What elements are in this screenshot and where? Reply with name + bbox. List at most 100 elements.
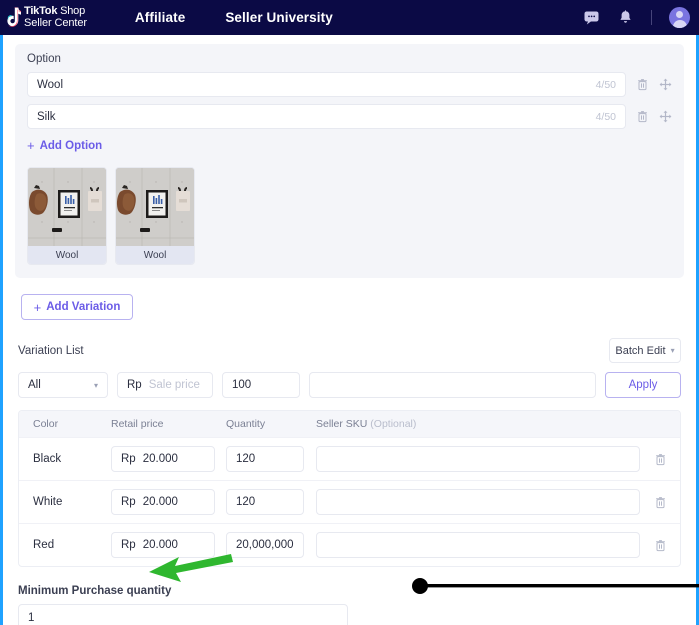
top-bar-actions	[583, 7, 699, 28]
plus-icon: +	[27, 138, 35, 153]
option-input-wool[interactable]: Wool 4/50	[27, 72, 626, 97]
cell-seller-sku	[316, 446, 640, 472]
cell-seller-sku	[316, 532, 640, 558]
brand-text: TikTok Shop Seller Center	[24, 4, 87, 29]
variation-thumbnail-caption: Wool	[116, 246, 194, 264]
option-card: Option Wool 4/50 Silk 4/50 + Add Option …	[15, 44, 684, 278]
variation-list-title: Variation List	[18, 344, 84, 357]
user-avatar[interactable]	[669, 7, 690, 28]
quantity-input[interactable]: 20,000,000	[226, 532, 304, 558]
avatar-body	[672, 20, 687, 28]
batch-edit-label: Batch Edit	[615, 344, 666, 357]
option-row: Silk 4/50	[27, 104, 672, 129]
top-nav-links: Affiliate Seller University	[135, 10, 333, 25]
retail-price-input[interactable]: Rp 20.000	[111, 446, 215, 472]
add-variation-button[interactable]: + Add Variation	[21, 294, 133, 320]
delete-row-icon[interactable]	[654, 496, 667, 509]
tiktok-note-icon	[4, 6, 21, 29]
brand-line-2: Seller Center	[24, 16, 87, 29]
quantity-input[interactable]: 120	[226, 446, 304, 472]
cell-quantity: 120	[226, 489, 316, 515]
option-value: Silk	[37, 110, 56, 123]
retail-price-value: 20.000	[142, 539, 178, 551]
plus-icon: +	[33, 299, 42, 315]
cell-retail-price: Rp 20.000	[111, 489, 226, 515]
table-row: Black Rp 20.000 120	[19, 437, 680, 480]
cell-actions	[640, 539, 680, 552]
currency-prefix: Rp	[127, 379, 142, 391]
cell-quantity: 20,000,000	[226, 532, 316, 558]
batch-sale-price-input[interactable]: Rp Sale price	[117, 372, 213, 398]
nav-link-seller-university[interactable]: Seller University	[225, 10, 333, 25]
variation-thumbnail[interactable]: Wool	[115, 167, 195, 265]
cell-color: White	[33, 496, 63, 508]
seller-sku-input[interactable]	[316, 532, 640, 558]
cell-quantity: 120	[226, 446, 316, 472]
cell-retail-price: Rp 20.000	[111, 446, 226, 472]
variation-filter-select[interactable]: All ▾	[18, 372, 108, 398]
option-char-counter: 4/50	[595, 78, 616, 91]
add-option-label: Add Option	[39, 139, 103, 152]
brand-line-1: TikTok Shop	[24, 4, 85, 17]
cell-retail-price: Rp 20.000	[111, 532, 226, 558]
cell-color: Red	[33, 539, 55, 551]
delete-option-icon[interactable]	[636, 110, 649, 123]
currency-prefix: Rp	[121, 539, 136, 551]
variation-list-header: Variation List Batch Edit ▾	[18, 338, 681, 363]
page-content: Option Wool 4/50 Silk 4/50 + Add Option …	[3, 35, 696, 625]
retail-price-value: 20.000	[142, 453, 178, 465]
batch-sku-input[interactable]	[309, 372, 596, 398]
quantity-input[interactable]: 120	[226, 489, 304, 515]
column-header-retail-price: Retail price	[111, 418, 164, 430]
delete-option-icon[interactable]	[636, 78, 649, 91]
minimum-purchase-input[interactable]: 1	[18, 604, 348, 625]
bell-icon[interactable]	[617, 9, 634, 26]
table-row: White Rp 20.000 120	[19, 480, 680, 523]
cell-actions	[640, 453, 680, 466]
variation-image	[116, 168, 194, 246]
brand-logo[interactable]: TikTok Shop Seller Center	[0, 4, 87, 29]
drag-move-icon[interactable]	[659, 78, 672, 91]
add-option-button[interactable]: + Add Option	[27, 139, 102, 152]
variation-thumbnail[interactable]: Wool	[27, 167, 107, 265]
sale-price-placeholder: Sale price	[148, 379, 200, 391]
top-bar-divider	[651, 10, 652, 25]
variation-thumbnails: Wool Wool	[27, 167, 672, 265]
retail-price-input[interactable]: Rp 20.000	[111, 489, 215, 515]
currency-prefix: Rp	[121, 453, 136, 465]
minimum-purchase-label: Minimum Purchase quantity	[18, 585, 172, 597]
column-header-color: Color	[33, 418, 59, 430]
retail-price-input[interactable]: Rp 20.000	[111, 532, 215, 558]
delete-row-icon[interactable]	[654, 453, 667, 466]
batch-quantity-input[interactable]: 100	[222, 372, 300, 398]
option-input-silk[interactable]: Silk 4/50	[27, 104, 626, 129]
top-navigation-bar: TikTok Shop Seller Center Affiliate Sell…	[0, 0, 699, 35]
add-variation-label: Add Variation	[46, 301, 121, 313]
apply-button[interactable]: Apply	[605, 372, 681, 398]
cell-actions	[640, 496, 680, 509]
column-header-seller-sku: Seller SKU (Optional)	[316, 418, 417, 430]
nav-link-affiliate[interactable]: Affiliate	[135, 10, 185, 25]
variation-filter-value: All	[28, 379, 41, 391]
chevron-down-icon: ▾	[670, 346, 675, 355]
chevron-down-icon: ▾	[93, 380, 98, 390]
seller-sku-input[interactable]	[316, 446, 640, 472]
screenshot-root: TikTok Shop Seller Center Affiliate Sell…	[0, 0, 699, 625]
batch-edit-controls: All ▾ Rp Sale price 100 Apply	[18, 372, 681, 398]
option-row: Wool 4/50	[27, 72, 672, 97]
variation-table: Color Retail price Quantity Seller SKU (…	[18, 410, 681, 567]
cell-seller-sku	[316, 489, 640, 515]
message-icon[interactable]	[583, 9, 600, 26]
column-header-quantity: Quantity	[226, 418, 266, 430]
avatar-head	[676, 11, 683, 18]
cell-color: Black	[33, 453, 62, 465]
currency-prefix: Rp	[121, 496, 136, 508]
table-row: Red Rp 20.000 20,000,000	[19, 523, 680, 566]
delete-row-icon[interactable]	[654, 539, 667, 552]
seller-sku-input[interactable]	[316, 489, 640, 515]
batch-edit-dropdown[interactable]: Batch Edit ▾	[609, 338, 681, 363]
table-header-row: Color Retail price Quantity Seller SKU (…	[19, 411, 680, 437]
drag-move-icon[interactable]	[659, 110, 672, 123]
selection-edge-left	[0, 35, 3, 625]
option-section-label: Option	[27, 53, 61, 65]
